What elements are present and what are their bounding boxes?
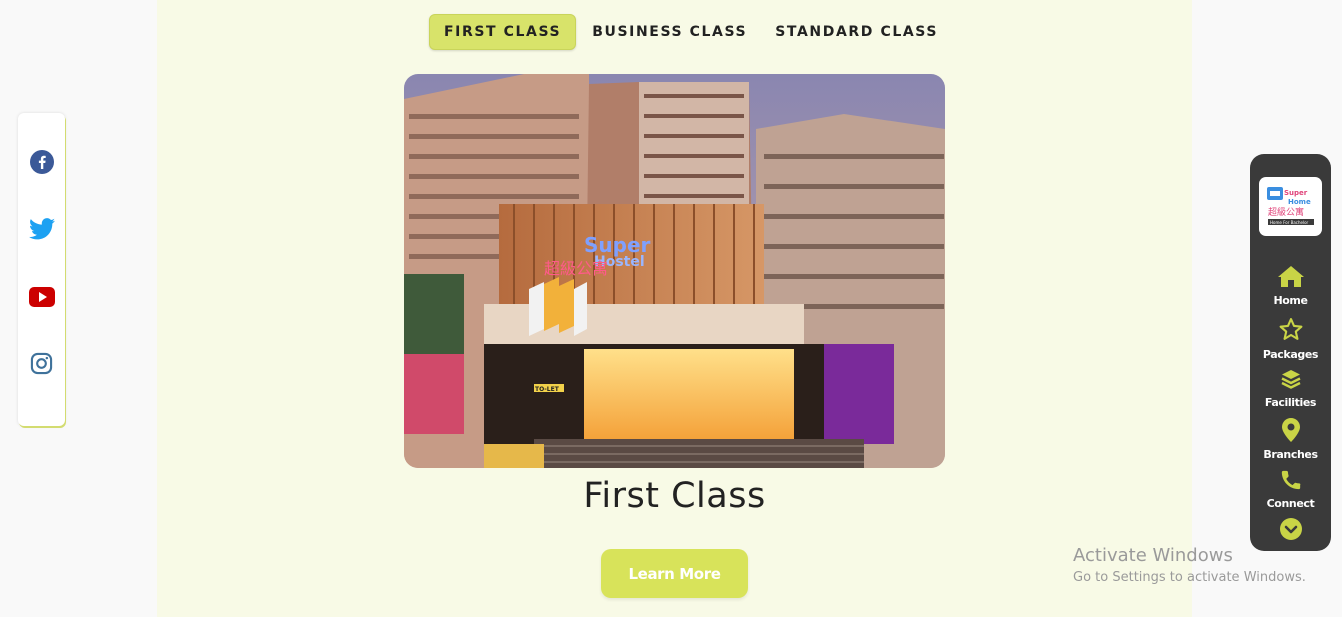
map-pin-icon (1281, 418, 1300, 447)
nav-label: Packages (1262, 348, 1319, 361)
right-nav: Super Home 超級公寓 Home For Bachelor Home P… (1250, 154, 1331, 551)
nav-label: Connect (1266, 497, 1315, 510)
nav-facilities[interactable]: Facilities (1250, 368, 1331, 409)
facebook-icon[interactable] (28, 148, 55, 175)
nav-packages[interactable]: Packages (1250, 317, 1331, 361)
hostel-building-image: Super Hostel 超級公寓 TO-LET (404, 74, 945, 468)
star-icon (1278, 317, 1304, 347)
svg-text:超級公寓: 超級公寓 (544, 259, 608, 278)
social-sidebar (18, 113, 65, 426)
home-icon (1277, 265, 1305, 293)
learn-more-button[interactable]: Learn More (601, 549, 748, 598)
nav-label: Facilities (1264, 396, 1317, 409)
svg-text:TO-LET: TO-LET (535, 386, 560, 393)
svg-text:超級公寓: 超級公寓 (1268, 206, 1304, 218)
svg-text:Home: Home (1288, 198, 1311, 206)
main-panel: FIRST CLASS BUSINESS CLASS STANDARD CLAS… (157, 0, 1192, 617)
nav-home[interactable]: Home (1250, 265, 1331, 307)
chevron-down-icon (1279, 518, 1302, 545)
twitter-icon[interactable] (28, 215, 55, 242)
tab-first-class[interactable]: FIRST CLASS (429, 14, 577, 50)
nav-more-button[interactable] (1250, 518, 1331, 545)
nav-label: Branches (1263, 448, 1318, 461)
phone-icon (1280, 469, 1302, 496)
tab-business-class[interactable]: BUSINESS CLASS (578, 14, 761, 50)
watermark-subtitle: Go to Settings to activate Windows. (1073, 570, 1306, 585)
tab-standard-class[interactable]: STANDARD CLASS (761, 14, 952, 50)
watermark-title: Activate Windows (1073, 545, 1233, 566)
page-title: First Class (583, 476, 766, 516)
layers-icon (1280, 368, 1302, 395)
svg-text:Home For Bachelor: Home For Bachelor (1270, 220, 1309, 225)
activate-windows-watermark: Activate Windows Go to Settings to activ… (1073, 545, 1306, 585)
youtube-icon[interactable] (28, 283, 55, 310)
nav-connect[interactable]: Connect (1250, 469, 1331, 510)
nav-label: Home (1273, 294, 1308, 307)
class-tabs: FIRST CLASS BUSINESS CLASS STANDARD CLAS… (429, 14, 952, 50)
instagram-icon[interactable] (28, 350, 55, 377)
svg-text:Super: Super (1284, 189, 1308, 197)
super-home-logo[interactable]: Super Home 超級公寓 Home For Bachelor (1259, 177, 1322, 236)
nav-branches[interactable]: Branches (1250, 418, 1331, 461)
